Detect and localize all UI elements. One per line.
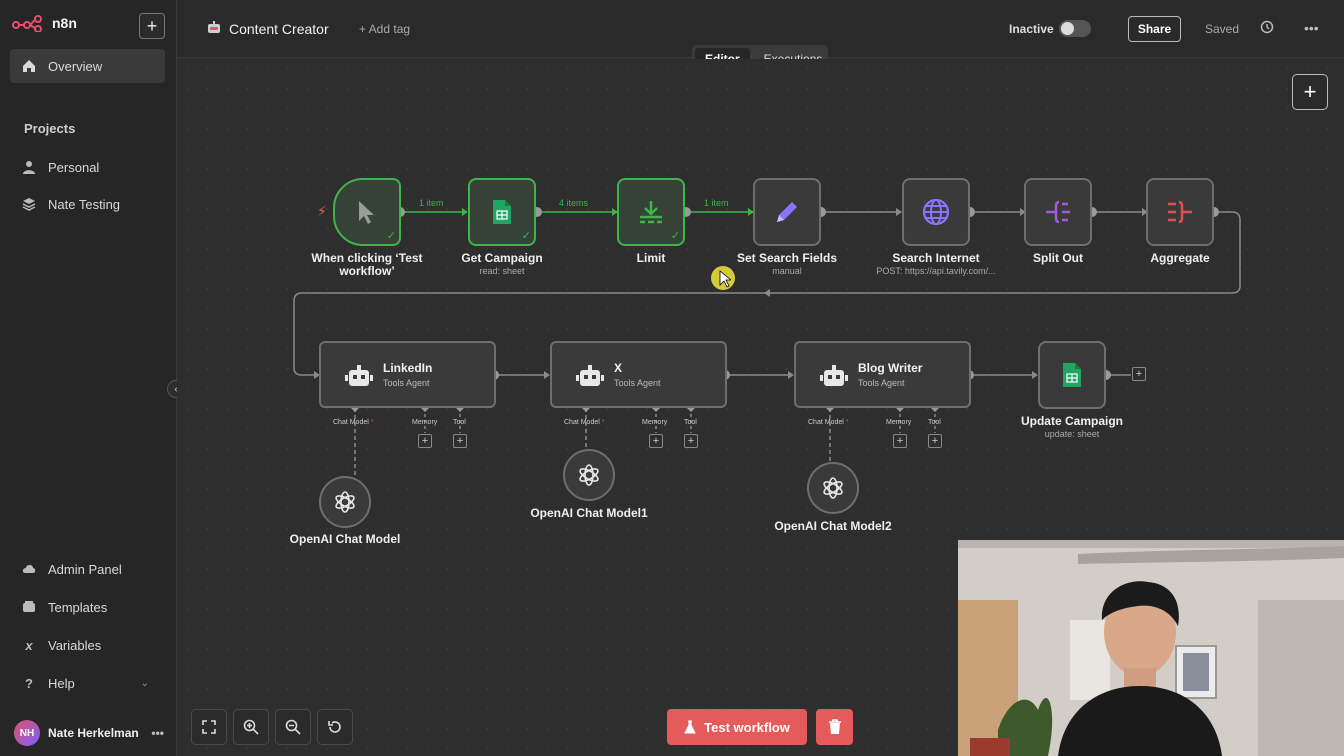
node-manual-trigger[interactable]: ✓ [333, 178, 401, 246]
agent-subtitle: Tools Agent [614, 378, 661, 388]
connection-item-count: 1 item [419, 198, 444, 208]
cursor-icon [359, 201, 374, 224]
agent-title: Blog Writer [858, 361, 923, 375]
connection-item-count: 4 items [559, 198, 589, 208]
node-get-campaign[interactable]: ✓ [468, 178, 536, 246]
node-agent-blog-writer[interactable]: Blog Writer Tools Agent [794, 341, 971, 408]
openai-icon [823, 477, 843, 499]
test-workflow-button[interactable]: Test workflow [667, 709, 807, 745]
reset-zoom-button[interactable] [317, 709, 353, 745]
success-check-icon: ✓ [670, 230, 680, 242]
add-memory-button[interactable]: + [418, 434, 432, 448]
slot-tool: Tool [928, 419, 941, 426]
node-label: OpenAI Chat Model2 [774, 519, 892, 533]
node-label: OpenAI Chat Model [289, 532, 401, 546]
node-subtitle: read: sheet [479, 266, 525, 276]
slot-tool: Tool [453, 419, 466, 426]
node-aggregate[interactable] [1146, 178, 1214, 246]
node-subtitle: update: sheet [1044, 429, 1100, 439]
node-limit[interactable]: ✓ [617, 178, 685, 246]
pencil-icon [777, 202, 797, 222]
node-label: OpenAI Chat Model1 [530, 506, 648, 520]
node-agent-x[interactable]: X Tools Agent [550, 341, 727, 408]
zoom-out-icon [285, 719, 301, 735]
node-label: Aggregate [1150, 251, 1210, 265]
required-mark: * [845, 419, 849, 426]
node-split-out[interactable] [1024, 178, 1092, 246]
slot-label: Chat Model [333, 419, 369, 426]
node-search-internet[interactable] [902, 178, 970, 246]
agent-subtitle: Tools Agent [858, 378, 905, 388]
google-sheets-icon [493, 200, 511, 224]
agent-title: X [614, 361, 623, 375]
add-memory-button[interactable]: + [649, 434, 663, 448]
google-sheets-icon [1063, 363, 1081, 387]
zoom-in-icon [243, 719, 259, 735]
required-mark: * [370, 419, 374, 426]
add-memory-button[interactable]: + [893, 434, 907, 448]
slot-memory: Memory [886, 419, 912, 426]
limit-icon [640, 201, 662, 224]
node-label: Limit [636, 251, 666, 265]
zoom-in-button[interactable] [233, 709, 269, 745]
add-next-node-button[interactable]: + [1132, 367, 1146, 381]
delete-button[interactable] [816, 709, 853, 745]
slot-chat-model: Chat Model * [564, 419, 604, 426]
node-subtitle: POST: https://api.tavily.com/... [876, 266, 996, 276]
node-openai-chat-model[interactable] [319, 476, 371, 528]
slot-label: Chat Model [808, 419, 844, 426]
node-openai-chat-model2[interactable] [807, 462, 859, 514]
mouse-cursor-icon [719, 270, 731, 288]
webcam-overlay [958, 540, 1344, 756]
robot-icon [345, 365, 373, 386]
trash-icon [828, 719, 841, 734]
node-label: When clicking ‘Test workflow’ [311, 251, 423, 278]
slot-memory: Memory [642, 419, 668, 426]
presenter-video-image [958, 540, 1344, 756]
flask-icon [684, 720, 696, 734]
test-workflow-label: Test workflow [704, 719, 790, 735]
node-label: Set Search Fields [736, 251, 838, 265]
slot-chat-model: Chat Model * [333, 419, 373, 426]
split-out-icon [1046, 200, 1070, 224]
slot-chat-model: Chat Model * [808, 419, 848, 426]
globe-icon [922, 198, 950, 226]
undo-icon [328, 721, 341, 733]
slot-label: Chat Model [564, 419, 600, 426]
add-tool-button[interactable]: + [928, 434, 942, 448]
add-tool-button[interactable]: + [453, 434, 467, 448]
zoom-out-button[interactable] [275, 709, 311, 745]
aggregate-icon [1168, 200, 1192, 224]
node-label: Get Campaign [461, 251, 543, 265]
agent-title: LinkedIn [383, 361, 433, 375]
node-update-campaign[interactable] [1038, 341, 1106, 409]
robot-icon [820, 365, 848, 386]
required-mark: * [601, 419, 605, 426]
trigger-bolt-icon: ⚡ [317, 203, 327, 219]
node-label: Update Campaign [1020, 414, 1123, 428]
fit-view-icon [202, 720, 216, 734]
success-check-icon: ✓ [521, 230, 531, 242]
success-check-icon: ✓ [386, 230, 396, 242]
node-label: Split Out [1033, 251, 1083, 265]
node-set-search-fields[interactable] [753, 178, 821, 246]
node-agent-linkedin[interactable]: LinkedIn Tools Agent [319, 341, 496, 408]
node-openai-chat-model1[interactable] [563, 449, 615, 501]
slot-memory: Memory [412, 419, 438, 426]
add-tool-button[interactable]: + [684, 434, 698, 448]
openai-icon [579, 464, 599, 486]
openai-icon [335, 491, 355, 513]
connection-item-count: 1 item [704, 198, 729, 208]
fit-view-button[interactable] [191, 709, 227, 745]
slot-tool: Tool [684, 419, 697, 426]
agent-subtitle: Tools Agent [383, 378, 430, 388]
robot-icon [576, 365, 604, 386]
node-label: Search Internet [892, 251, 980, 265]
